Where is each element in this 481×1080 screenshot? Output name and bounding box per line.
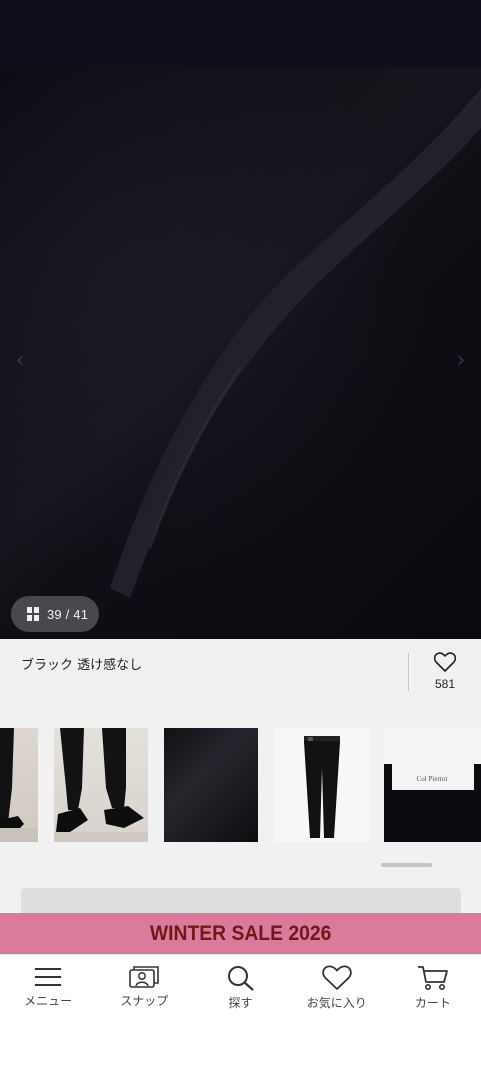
nav-label-cart: カート (414, 996, 451, 1010)
image-counter-button[interactable]: 39 / 41 (11, 596, 99, 632)
search-icon (227, 966, 254, 991)
thumb-fabric-closeup[interactable] (164, 728, 258, 842)
thumbnail-scroll-indicator (381, 863, 432, 867)
nav-item-cart[interactable]: カート (385, 955, 481, 1018)
thumbnail-strip[interactable]: Col Pierrot (0, 728, 481, 842)
snap-icon (129, 966, 160, 988)
label-tag-text: Col Pierrot (417, 775, 448, 783)
favorite-count: 581 (434, 677, 456, 691)
thumb-legs-heels-1[interactable] (0, 728, 38, 842)
thumb-label-tag[interactable]: Col Pierrot (384, 728, 481, 842)
fabric-fold-shading (110, 88, 481, 598)
thumb-pants-flat[interactable] (274, 728, 369, 842)
thumb-legs-heels-2[interactable] (54, 728, 148, 842)
product-info-section: ブラック 透け感なし 581 Col Pierrot (0, 639, 481, 928)
product-image-main[interactable]: ‹ › 39 / 41 (0, 68, 481, 639)
heart-icon (433, 652, 457, 672)
nav-item-menu[interactable]: メニュー (0, 955, 96, 1018)
nav-label-menu: メニュー (24, 994, 73, 1008)
sale-banner-text: WINTER SALE 2026 (149, 922, 332, 945)
nav-label-search: 探す (228, 996, 253, 1010)
grid-icon (27, 607, 39, 621)
image-counter-text: 39 / 41 (47, 606, 89, 622)
nav-item-favorites[interactable]: お気に入り (289, 955, 385, 1018)
heart-icon (321, 965, 352, 990)
color-variant-label: ブラック 透け感なし (21, 658, 143, 673)
top-header-bar (0, 0, 481, 68)
nav-label-favorites: お気に入り (306, 996, 367, 1010)
favorite-button[interactable]: 581 (420, 651, 470, 691)
bottom-navigation: メニュー スナップ 探す お気に入り カート (0, 954, 481, 1018)
nav-item-search[interactable]: 探す (192, 955, 288, 1018)
nav-label-snap: スナップ (120, 994, 169, 1008)
prev-image-arrow-icon[interactable]: ‹ (10, 348, 30, 374)
cart-icon (417, 966, 448, 990)
next-image-arrow-icon[interactable]: › (451, 348, 471, 374)
menu-icon (35, 968, 62, 986)
page-bottom-blank (0, 1018, 481, 1080)
winter-sale-banner[interactable]: WINTER SALE 2026 (0, 913, 481, 954)
nav-item-snap[interactable]: スナップ (96, 955, 192, 1018)
divider (408, 653, 409, 691)
product-page: ‹ › 39 / 41 ブラック 透け感なし 581 Col Pierrot W… (0, 0, 481, 1080)
